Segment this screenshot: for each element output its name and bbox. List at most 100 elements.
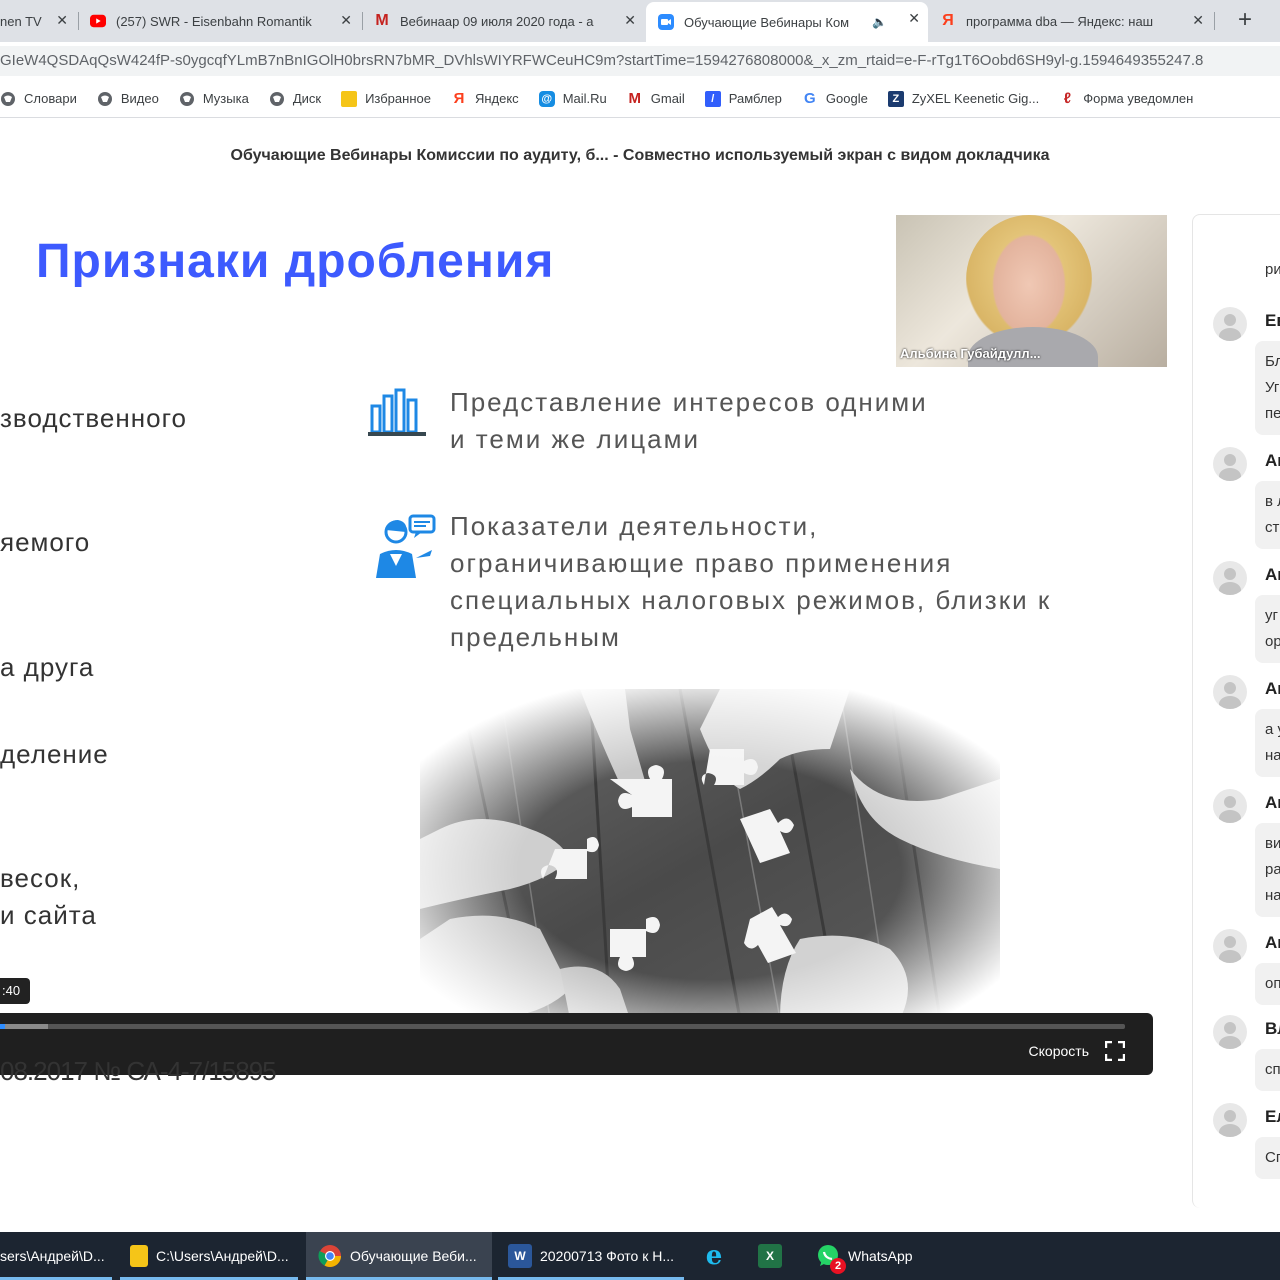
bookmark-item[interactable]: / Рамблер (704, 90, 782, 107)
speaker-name: Альбина Губайдулл... (900, 346, 1041, 361)
chat-panel: ри Ев БлУгпе Ан в лст Ан угор Ан а уна А… (1192, 214, 1280, 1208)
folder-icon (341, 90, 358, 107)
chat-author: Ев (1265, 311, 1280, 330)
bookmark-item[interactable]: G Google (802, 90, 868, 107)
bookmark-label: Рамблер (728, 91, 782, 106)
chat-text: оп (1255, 963, 1280, 1005)
bookmark-label: Mail.Ru (562, 91, 607, 106)
avatar (1213, 447, 1247, 481)
slide-right-item: Показатели деятельности, ограничивающие … (450, 508, 1051, 656)
tab-title: Обучающие Вебинары Ком (684, 14, 850, 30)
bookmark-item[interactable]: Музыка (179, 91, 249, 107)
tab-title: (257) SWR - Eisenbahn Romantik (116, 13, 312, 29)
tab-title: программа dba — Яндекс: наш (966, 13, 1154, 29)
slide-left-item: а друга (0, 652, 95, 682)
bookmark-label: Словари (24, 91, 77, 106)
chat-author: Ан (1265, 565, 1280, 584)
slide-right-line: Показатели деятельности, (450, 511, 819, 541)
chat-text: а уна (1255, 709, 1280, 777)
speaker-audio-icon[interactable]: 🔈 (872, 15, 887, 29)
url-field[interactable]: GIeW4QSDAqQsW424fP-s0ygcqfYLmB7nBnIGOlH0… (0, 46, 1280, 76)
bookmark-label: Gmail (650, 91, 685, 106)
tab-zoom-active[interactable]: Обучающие Вебинары Ком 🔈 ✕ (646, 2, 928, 42)
bookmark-label: Избранное (365, 91, 431, 106)
avatar (1213, 307, 1247, 341)
bookmark-item[interactable]: Z ZyXEL Keenetic Gig... (887, 90, 1040, 107)
zoom-icon (658, 14, 674, 30)
google-icon: G (804, 90, 816, 107)
bookmark-item[interactable]: Видео (97, 91, 159, 107)
document-reference: 08.2017 № СА-4-7/15895 (0, 1056, 277, 1086)
notification-badge: 2 (830, 1258, 846, 1274)
progress-played (0, 1024, 5, 1029)
bookmark-item[interactable]: ℓ Форма уведомлен (1059, 90, 1194, 107)
slide-right-line: специальных налоговых режимов, близки к (450, 585, 1052, 615)
slide-left-item: зводственного (0, 403, 187, 433)
tab-nen-tv[interactable]: nen TV ✕ (0, 4, 78, 38)
bar-chart-icon (366, 386, 428, 447)
form-icon: ℓ (1063, 90, 1071, 107)
avatar (1213, 789, 1247, 823)
bookmark-item[interactable]: Словари (0, 91, 77, 107)
taskbar-item-chrome[interactable]: Обучающие Веби... (306, 1232, 492, 1280)
progress-buffer (0, 1024, 49, 1029)
close-icon[interactable]: ✕ (908, 10, 920, 27)
chat-author: Ан (1265, 451, 1280, 470)
bookmark-label: Google (825, 91, 868, 106)
taskbar-item-excel[interactable]: X (748, 1232, 798, 1280)
bookmark-item[interactable]: Диск (269, 91, 321, 107)
bookmark-item[interactable]: M Gmail (627, 90, 685, 107)
bookmark-label: Видео (120, 91, 159, 106)
chat-text: Сп (1255, 1137, 1280, 1179)
bookmark-label: Форма уведомлен (1083, 91, 1194, 106)
word-icon: W (508, 1244, 532, 1268)
bookmark-item[interactable]: @ Mail.Ru (538, 90, 607, 107)
chat-text: ри (1265, 261, 1280, 278)
chrome-icon (318, 1244, 342, 1268)
bookmark-label: ZyXEL Keenetic Gig... (911, 91, 1040, 106)
tab-gmail[interactable]: M Вебинаар 09 июля 2020 года - а ✕ (374, 4, 644, 38)
globe-icon (97, 91, 113, 107)
taskbar-item-explorer-2[interactable]: C:\Users\Андрей\D... (120, 1232, 298, 1280)
person-speech-icon (372, 514, 438, 585)
new-tab-button[interactable]: + (1238, 6, 1252, 34)
whatsapp-icon: 2 (816, 1244, 846, 1274)
taskbar-item-explorer-1[interactable]: sers\Андрей\D... (0, 1232, 112, 1280)
yandex-icon: Я (453, 90, 465, 107)
avatar (1213, 561, 1247, 595)
bookmark-label: Диск (292, 91, 322, 106)
avatar (1213, 1015, 1247, 1049)
zyxel-icon: Z (887, 90, 904, 107)
bookmark-label: Музыка (202, 91, 249, 106)
tab-title: Вебинаар 09 июля 2020 года - а (400, 13, 594, 29)
speed-button[interactable]: Скорость (1029, 1043, 1089, 1059)
taskbar-item-whatsapp[interactable]: 2 WhatsApp (808, 1232, 928, 1280)
taskbar-item-ie[interactable]: e (694, 1232, 738, 1280)
avatar (1213, 675, 1247, 709)
bookmark-item[interactable]: Избранное (341, 90, 431, 107)
time-tooltip: :40 (0, 978, 30, 1004)
chat-author: Ан (1265, 793, 1280, 812)
progress-track[interactable] (0, 1024, 1125, 1029)
close-icon[interactable]: ✕ (624, 12, 636, 29)
speaker-face (984, 223, 1074, 335)
mailru-icon: @ (538, 90, 555, 107)
slide-right-line: и теми же лицами (450, 424, 700, 454)
fullscreen-icon[interactable] (1104, 1040, 1126, 1062)
youtube-icon (90, 13, 106, 29)
tab-youtube[interactable]: (257) SWR - Eisenbahn Romantik ✕ (90, 4, 360, 38)
slide-left-item: яемого (0, 527, 91, 557)
chat-author: Ан (1265, 679, 1280, 698)
close-icon[interactable]: ✕ (1192, 12, 1204, 29)
slide-right-line: ограничивающие право применения (450, 548, 953, 578)
tab-yandex[interactable]: Я программа dba — Яндекс: наш ✕ (940, 4, 1212, 38)
speaker-video[interactable]: Альбина Губайдулл... (896, 215, 1167, 367)
yandex-icon: Я (942, 12, 954, 29)
browser-tab-strip: nen TV ✕ (257) SWR - Eisenbahn Romantik … (0, 0, 1280, 42)
slide-left-item: деление (0, 739, 109, 769)
close-icon[interactable]: ✕ (340, 12, 352, 29)
close-icon[interactable]: ✕ (56, 12, 68, 29)
ie-icon: e (705, 1241, 723, 1271)
bookmark-item[interactable]: Я Яндекс (451, 90, 519, 107)
taskbar-item-word[interactable]: W 20200713 Фото к Н... (498, 1232, 684, 1280)
